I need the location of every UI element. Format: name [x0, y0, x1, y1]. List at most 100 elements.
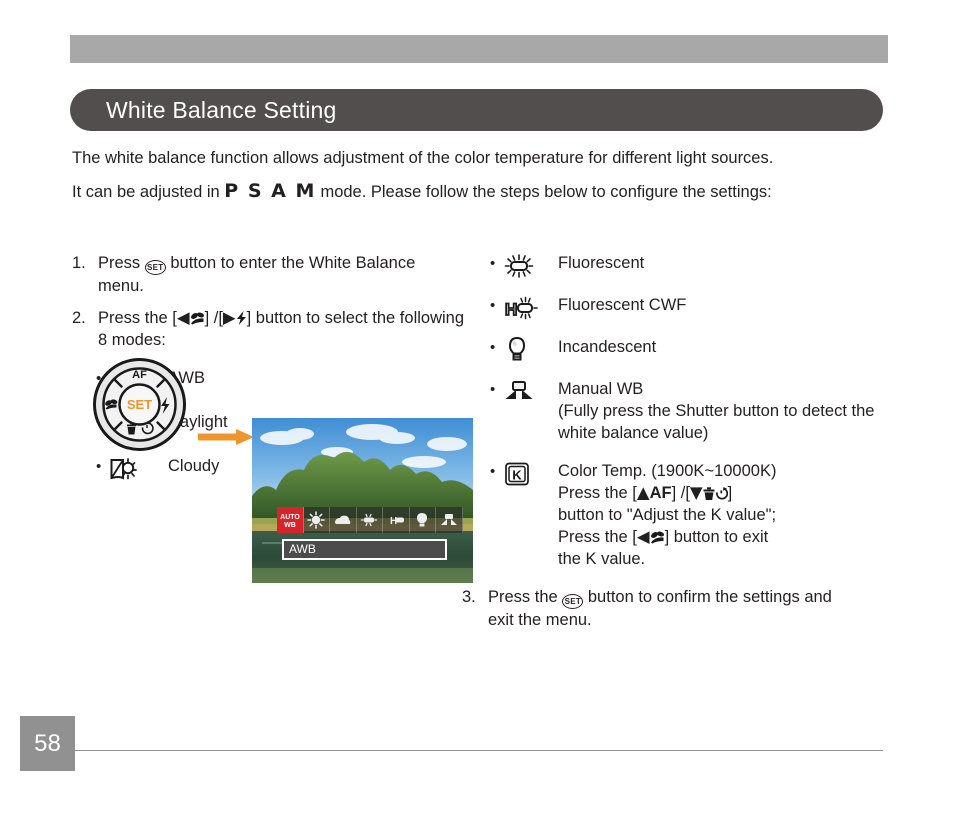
flash-icon: [236, 311, 246, 325]
set-button-icon: SET: [562, 594, 584, 609]
list-item[interactable]: • Fluorescent: [490, 252, 884, 278]
intro-p2-before: It can be adjusted in: [72, 183, 225, 201]
lcd-wb-cell-fluorescent[interactable]: [357, 507, 383, 533]
psam-modes: P S A M: [224, 180, 316, 202]
page-title: White Balance Setting: [106, 96, 337, 123]
lcd-wb-cell-cloudy[interactable]: [330, 507, 357, 533]
mode-note-line-2: button to "Adjust the K value";: [558, 506, 777, 524]
list-item[interactable]: • H Fluorescent CWF: [490, 294, 884, 320]
step-2-text: Press the [◀] /[▶] button to select the …: [98, 307, 472, 351]
header-bar: [70, 35, 888, 63]
up-arrow-icon: ▲: [636, 483, 650, 502]
step-3-text: Press the SET button to confirm the sett…: [488, 586, 842, 631]
macro-flower-icon: [650, 531, 664, 544]
lcd-wb-cell-manual[interactable]: [436, 507, 463, 533]
svg-text:H: H: [505, 300, 517, 319]
note-l1-before: Press the [: [558, 484, 637, 502]
daylight-icon: [307, 511, 326, 529]
lcd-white-balance-strip[interactable]: AUTO WB H: [277, 507, 463, 533]
left-column: 1. Press SET button to enter the White B…: [72, 252, 492, 583]
step-3: 3. Press the SET button to confirm the s…: [462, 586, 842, 631]
note-l1-mid: ] /[: [671, 484, 690, 502]
mode-note-line-1: Press the [▲AF] /[▼]: [558, 483, 733, 502]
mode-label: Fluorescent CWF: [558, 296, 687, 314]
page-number: 58: [20, 716, 75, 771]
svg-text:SET: SET: [127, 397, 152, 412]
mode-label: Manual WB: [558, 380, 644, 398]
list-item[interactable]: • K Color Temp. (1900K~10000K) Press the…: [490, 460, 884, 570]
down-arrow-icon: ▼: [689, 483, 703, 502]
mode-note-line-3: Press the [◀ ] button to exit: [558, 527, 769, 546]
lcd-wb-cell-daylight[interactable]: [304, 507, 330, 533]
color-temp-k-icon: K: [504, 460, 558, 486]
fluorescent-icon: [504, 252, 558, 278]
manual-wb-icon: [440, 514, 457, 525]
intro-paragraph-2: It can be adjusted in P S A M mode. Plea…: [72, 181, 884, 203]
note-l3-after: ] button to exit: [664, 528, 769, 546]
step-1-text-before: Press: [98, 254, 145, 272]
step-1-number: 1.: [72, 254, 86, 272]
note-l1-after: ]: [727, 484, 733, 502]
svg-text:H: H: [390, 516, 397, 527]
mode-label-with-note: Manual WB (Fully press the Shutter butto…: [558, 378, 884, 444]
mode-label: Color Temp. (1900K~10000K): [558, 462, 777, 480]
left-arrow-icon: ◀: [636, 527, 650, 546]
footer-divider: [75, 750, 883, 751]
svg-text:WB: WB: [284, 522, 296, 529]
awb-icon: AUTO WB: [280, 514, 300, 529]
fluorescent-cwf-icon: H: [390, 516, 404, 527]
set-button-icon: SET: [144, 260, 166, 275]
step-3-text-before: Press the: [488, 588, 563, 606]
camera-lcd-preview: AUTO WB H AWB: [252, 418, 473, 583]
right-column: • Fluorescent • H Fluorescent CWF • Inca…: [462, 252, 884, 631]
left-arrow-icon: ◀: [176, 308, 190, 327]
lcd-wb-cell-fluorescent-cwf[interactable]: H: [383, 507, 410, 533]
mode-label: Incandescent: [558, 338, 657, 356]
bullet: •: [490, 381, 496, 398]
manual-wb-icon: [504, 378, 558, 404]
self-timer-icon: [715, 487, 728, 500]
list-item[interactable]: • Incandescent: [490, 336, 884, 362]
cloudy-icon: [334, 515, 351, 524]
step-2-text-before: Press the [: [98, 309, 177, 327]
lcd-selected-mode-label: AWB: [282, 539, 447, 560]
step-3-number: 3.: [462, 588, 476, 606]
bullet: •: [490, 255, 496, 272]
step-1: 1. Press SET button to enter the White B…: [72, 252, 432, 297]
svg-text:AF: AF: [132, 369, 147, 381]
intro-paragraph-1: The white balance function allows adjust…: [72, 149, 774, 167]
bullet: •: [490, 297, 496, 314]
lcd-wb-cell-awb[interactable]: AUTO WB: [277, 507, 304, 533]
svg-text:AUTO: AUTO: [280, 514, 300, 521]
fluorescent-cwf-icon: H: [504, 294, 558, 320]
macro-flower-icon: [190, 312, 204, 325]
two-column-body: 1. Press SET button to enter the White B…: [72, 252, 884, 692]
mode-note-line-4: the K value.: [558, 550, 646, 568]
incandescent-icon: [417, 513, 428, 527]
step-1-text-after: button to enter the White Balance menu.: [98, 254, 416, 295]
wb-mode-list-right: • Fluorescent • H Fluorescent CWF • Inca…: [490, 252, 884, 570]
navigation-dial-icon: SET AF: [93, 358, 186, 451]
fluorescent-icon: [361, 513, 378, 527]
page-title-bar: White Balance Setting: [70, 89, 883, 131]
step-1-text: Press SET button to enter the White Bala…: [98, 252, 432, 297]
svg-text:K: K: [512, 468, 522, 483]
mode-label-with-note: Color Temp. (1900K~10000K) Press the [▲A…: [558, 460, 884, 570]
intro-p2-after: mode. Please follow the steps below to c…: [315, 183, 772, 201]
incandescent-icon: [504, 336, 558, 362]
bullet: •: [490, 339, 496, 356]
note-l3-before: Press the [: [558, 528, 637, 546]
af-label: AF: [649, 484, 672, 502]
right-arrow-icon: ▶: [222, 308, 236, 327]
step-2-text-mid: ] /[: [204, 309, 223, 327]
bullet: •: [490, 463, 496, 480]
dial-and-lcd-illustration: SET AF AUTO WB H AWB: [92, 352, 492, 583]
step-2: 2. Press the [◀] /[▶] button to select t…: [72, 307, 472, 351]
lcd-wb-cell-incandescent[interactable]: [410, 507, 436, 533]
step-2-number: 2.: [72, 309, 86, 327]
mode-label: Fluorescent: [558, 254, 645, 272]
mode-note: (Fully press the Shutter button to detec…: [558, 402, 875, 442]
trash-icon: [703, 487, 715, 500]
list-item[interactable]: • Manual WB (Fully press the Shutter but…: [490, 378, 884, 444]
arrow-right-icon: [198, 429, 254, 445]
